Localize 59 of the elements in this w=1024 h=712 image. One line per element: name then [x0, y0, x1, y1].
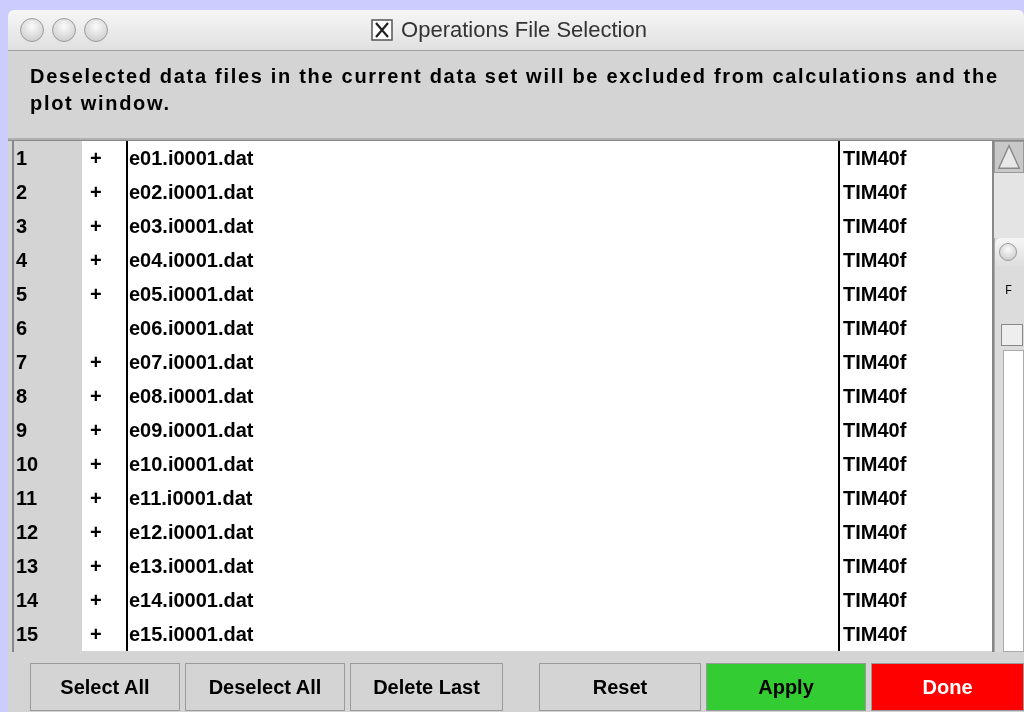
file-type-cell: TIM40f: [840, 175, 992, 209]
file-type-cell: TIM40f: [840, 379, 992, 413]
file-type-cell: TIM40f: [840, 345, 992, 379]
included-mark-cell[interactable]: +: [82, 583, 126, 617]
zoom-button[interactable]: [84, 18, 108, 42]
included-mark-cell[interactable]: +: [82, 345, 126, 379]
file-name-cell[interactable]: e06.i0001.dat: [126, 311, 840, 345]
window-control-icon: [999, 243, 1017, 261]
included-mark-cell[interactable]: +: [82, 209, 126, 243]
included-mark-cell[interactable]: +: [82, 277, 126, 311]
file-type-cell: TIM40f: [840, 515, 992, 549]
done-button[interactable]: Done: [871, 663, 1024, 711]
file-name-cell[interactable]: e02.i0001.dat: [126, 175, 840, 209]
file-type-cell: TIM40f: [840, 617, 992, 651]
file-name-cell[interactable]: e13.i0001.dat: [126, 549, 840, 583]
file-name-cell[interactable]: e09.i0001.dat: [126, 413, 840, 447]
file-name-cell[interactable]: e15.i0001.dat: [126, 617, 840, 651]
file-type-cell: TIM40f: [840, 141, 992, 175]
file-name-cell[interactable]: e05.i0001.dat: [126, 277, 840, 311]
file-name-cell[interactable]: e08.i0001.dat: [126, 379, 840, 413]
file-name-cell[interactable]: e10.i0001.dat: [126, 447, 840, 481]
file-type-cell: TIM40f: [840, 413, 992, 447]
action-button[interactable]: Select All: [30, 663, 180, 711]
file-name-cell[interactable]: e14.i0001.dat: [126, 583, 840, 617]
file-type-cell: TIM40f: [840, 209, 992, 243]
instruction-text: Deselected data files in the current data set will be excluded from calculations and the plot window.: [30, 64, 1000, 116]
file-name-cell[interactable]: e04.i0001.dat: [126, 243, 840, 277]
included-mark-cell[interactable]: +: [82, 481, 126, 515]
included-mark-cell[interactable]: +: [82, 175, 126, 209]
file-name-cell[interactable]: e07.i0001.dat: [126, 345, 840, 379]
included-mark-cell[interactable]: +: [82, 617, 126, 651]
input-field[interactable]: [1001, 324, 1023, 346]
field-label: F: [1005, 284, 1013, 298]
included-mark-cell[interactable]: +: [82, 413, 126, 447]
action-button[interactable]: Deselect All: [185, 663, 345, 711]
action-button[interactable]: Reset: [539, 663, 701, 711]
file-type-cell: TIM40f: [840, 311, 992, 345]
file-name-cell[interactable]: e12.i0001.dat: [126, 515, 840, 549]
minimize-button[interactable]: [52, 18, 76, 42]
file-type-cell: TIM40f: [840, 277, 992, 311]
action-button[interactable]: Delete Last: [350, 663, 503, 711]
included-mark-cell[interactable]: +: [82, 379, 126, 413]
file-type-cell: TIM40f: [840, 549, 992, 583]
file-type-cell: TIM40f: [840, 583, 992, 617]
included-mark-cell[interactable]: +: [82, 549, 126, 583]
included-mark-cell[interactable]: +: [82, 141, 126, 175]
file-name-cell[interactable]: e11.i0001.dat: [126, 481, 840, 515]
file-type-cell: TIM40f: [840, 447, 992, 481]
included-mark-cell[interactable]: +: [82, 515, 126, 549]
included-mark-cell[interactable]: +: [82, 447, 126, 481]
apply-button[interactable]: Apply: [706, 663, 866, 711]
file-type-cell: TIM40f: [840, 481, 992, 515]
x11-icon: [371, 19, 394, 41]
included-mark-cell[interactable]: +: [82, 243, 126, 277]
file-type-cell: TIM40f: [840, 243, 992, 277]
window-title: Operations File Selection: [401, 17, 647, 43]
file-name-cell[interactable]: e01.i0001.dat: [126, 141, 840, 175]
close-button[interactable]: [20, 18, 44, 42]
file-name-cell[interactable]: e03.i0001.dat: [126, 209, 840, 243]
